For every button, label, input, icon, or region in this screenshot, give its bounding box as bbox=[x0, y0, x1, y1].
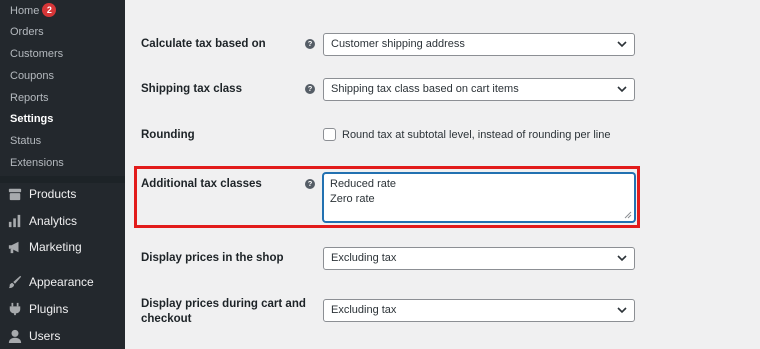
menu-item-marketing[interactable]: Marketing bbox=[0, 234, 125, 260]
label-line: checkout bbox=[141, 313, 192, 325]
submenu-item-label: Status bbox=[10, 135, 42, 147]
submenu-item-status[interactable]: Status bbox=[0, 130, 125, 152]
select-value: Excluding tax bbox=[331, 304, 397, 316]
chevron-down-icon bbox=[617, 41, 627, 48]
menu-item-users[interactable]: Users bbox=[0, 323, 125, 349]
notification-badge: 2 bbox=[42, 3, 57, 18]
menu-item-label: Marketing bbox=[29, 240, 82, 254]
submenu-item-reports[interactable]: Reports bbox=[0, 87, 125, 109]
paintbrush-icon bbox=[7, 274, 23, 290]
menu-item-appearance[interactable]: Appearance bbox=[0, 269, 125, 295]
calc-tax-label: Calculate tax based on bbox=[141, 38, 266, 50]
select-value: Customer shipping address bbox=[331, 38, 465, 50]
submenu-item-orders[interactable]: Orders bbox=[0, 21, 125, 43]
submenu-item-label: Coupons bbox=[10, 70, 55, 82]
menu-item-label: Appearance bbox=[29, 275, 94, 289]
chevron-down-icon bbox=[617, 86, 627, 93]
additional-tax-classes-label: Additional tax classes bbox=[141, 178, 262, 190]
menu-item-label: Plugins bbox=[29, 302, 69, 316]
rounding-option: Round tax at subtotal level, instead of … bbox=[323, 128, 610, 141]
shipping-tax-class-select[interactable]: Shipping tax class based on cart items bbox=[323, 78, 635, 101]
submenu-item-settings[interactable]: Settings bbox=[0, 108, 125, 130]
chevron-down-icon bbox=[617, 307, 627, 314]
menu-item-plugins[interactable]: Plugins bbox=[0, 296, 125, 322]
additional-tax-classes-textarea[interactable]: Reduced rate Zero rate bbox=[323, 173, 635, 222]
bar-chart-icon bbox=[7, 213, 23, 229]
plug-icon bbox=[7, 301, 23, 317]
textarea-line: Zero rate bbox=[330, 193, 375, 205]
resize-grip-icon[interactable] bbox=[624, 211, 632, 219]
submenu-item-label: Extensions bbox=[10, 157, 64, 169]
textarea-line: Reduced rate bbox=[330, 178, 397, 190]
display-cart-select[interactable]: Excluding tax bbox=[323, 299, 635, 322]
menu-item-analytics[interactable]: Analytics bbox=[0, 208, 125, 234]
select-value: Excluding tax bbox=[331, 252, 397, 264]
help-icon[interactable]: ? bbox=[305, 84, 315, 94]
submenu-item-label: Home bbox=[10, 5, 40, 17]
submenu-item-label: Orders bbox=[10, 26, 44, 38]
archive-icon bbox=[7, 186, 23, 202]
rounding-checkbox-label: Round tax at subtotal level, instead of … bbox=[342, 128, 611, 141]
help-icon[interactable]: ? bbox=[305, 179, 315, 189]
menu-item-label: Products bbox=[29, 187, 77, 201]
submenu-item-label: Reports bbox=[10, 92, 49, 104]
megaphone-icon bbox=[7, 239, 23, 255]
submenu-item-coupons[interactable]: Coupons bbox=[0, 65, 125, 87]
display-shop-label: Display prices in the shop bbox=[141, 252, 284, 264]
rounding-label: Rounding bbox=[141, 129, 195, 141]
calc-tax-select[interactable]: Customer shipping address bbox=[323, 33, 635, 56]
display-shop-select[interactable]: Excluding tax bbox=[323, 247, 635, 270]
menu-item-products[interactable]: Products bbox=[0, 181, 125, 207]
rounding-checkbox[interactable] bbox=[323, 128, 336, 141]
submenu-item-label: Customers bbox=[10, 48, 64, 60]
tax-settings-form: Calculate tax based on ? Customer shippi… bbox=[125, 0, 760, 349]
menu-item-label: Analytics bbox=[29, 214, 78, 228]
submenu-item-extensions[interactable]: Extensions bbox=[0, 152, 125, 174]
user-icon bbox=[7, 328, 23, 344]
submenu-item-home[interactable]: Home 2 bbox=[0, 0, 125, 22]
submenu-item-label: Settings bbox=[10, 113, 54, 125]
label-line: Display prices during cart and bbox=[141, 298, 306, 310]
display-cart-label: Display prices during cart and checkout bbox=[141, 297, 306, 327]
menu-item-label: Users bbox=[29, 329, 61, 343]
select-value: Shipping tax class based on cart items bbox=[331, 83, 519, 95]
submenu-item-customers[interactable]: Customers bbox=[0, 43, 125, 65]
admin-sidebar: Home 2 Orders Customers Coupons Reports S… bbox=[0, 0, 125, 349]
chevron-down-icon bbox=[617, 255, 627, 262]
shipping-tax-class-label: Shipping tax class bbox=[141, 83, 242, 95]
help-icon[interactable]: ? bbox=[305, 39, 315, 49]
